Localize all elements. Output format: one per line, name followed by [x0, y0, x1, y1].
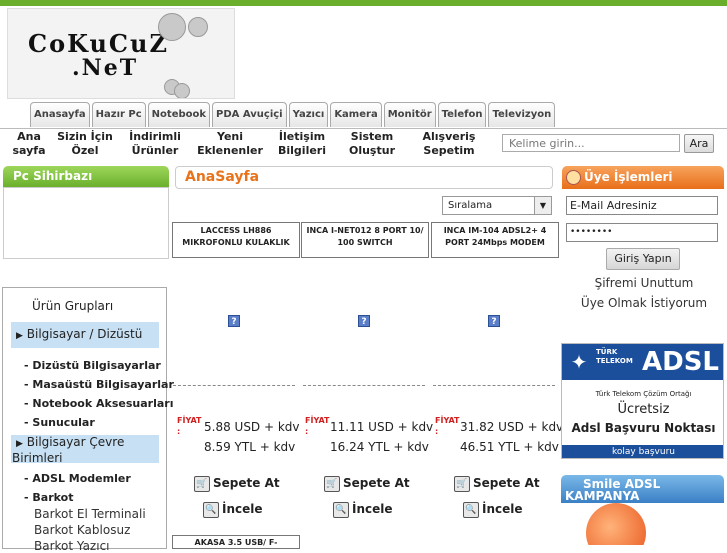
subcategory-link[interactable]: Barkot Kablosuz — [34, 523, 130, 537]
smile-campaign-image[interactable] — [561, 500, 661, 545]
tab-pda[interactable]: PDA Avuçiçi — [212, 102, 287, 127]
tab-monitor[interactable]: Monitör — [383, 102, 436, 127]
telekom-brand: TÜRK TELEKOM — [596, 348, 633, 365]
price-ytl: 8.59 YTL + kdv — [204, 440, 296, 454]
subcategory-link[interactable]: - ADSL Modemler — [24, 472, 131, 485]
tab-televizyon[interactable]: Televizyon — [488, 102, 556, 127]
subcategory-link[interactable]: - Notebook Aksesuarları — [24, 397, 173, 410]
triangle-right-icon: ▶ — [16, 439, 23, 449]
password-field[interactable]: •••••••• — [566, 223, 718, 242]
subcategory-link[interactable]: - Dizüstü Bilgisayarlar — [24, 359, 161, 372]
product-image-placeholder-icon[interactable]: ? — [228, 315, 240, 327]
smile-logo-icon — [586, 503, 646, 545]
add-to-cart-button[interactable]: 🛒 Sepete At — [454, 475, 540, 492]
add-to-cart-button[interactable]: 🛒 Sepete At — [194, 475, 280, 492]
subcategory-link[interactable]: - Sunucular — [24, 416, 95, 429]
login-button[interactable]: Giriş Yapın — [606, 248, 680, 270]
price-usd: 5.88 USD + kdv — [204, 420, 300, 434]
page-title: AnaSayfa — [175, 166, 553, 189]
magnifier-icon: 🔍 — [203, 501, 219, 518]
campaign-header[interactable]: Smile ADSL KAMPANYA — [561, 475, 724, 503]
adsl-text: ADSL — [642, 347, 719, 377]
coin-icon — [188, 17, 208, 37]
free-text: Ücretsiz — [617, 402, 670, 417]
product-divider — [303, 385, 425, 386]
chevron-down-icon: ▼ — [534, 197, 551, 214]
sort-select-value: Sıralama — [448, 200, 493, 211]
adsl-banner[interactable]: ✦ TÜRK TELEKOM ADSL Türk Telekom Çözüm O… — [561, 343, 724, 459]
cart-icon: 🛒 — [324, 475, 340, 492]
product-name[interactable]: AKASA 3.5 USB/ F- — [172, 535, 300, 549]
subcategory-link[interactable]: Barkot Yazıcı — [34, 539, 110, 553]
user-icon — [566, 170, 581, 185]
search-button[interactable]: Ara — [684, 134, 714, 153]
tab-kamera[interactable]: Kamera — [330, 102, 382, 127]
product-groups-title: Ürün Grupları — [32, 299, 114, 313]
tab-yazici[interactable]: Yazıcı — [288, 102, 329, 127]
coin-icon — [158, 13, 186, 41]
product-divider — [433, 385, 555, 386]
nav-yeni-eklenenler[interactable]: Yeni Eklenenler — [196, 130, 264, 158]
search-input[interactable]: Kelime girin... — [502, 134, 680, 152]
price-label: FİYAT : — [177, 416, 202, 436]
triangle-right-icon: ▶ — [16, 331, 23, 341]
nav-sistem-olustur[interactable]: Sistem Oluştur — [346, 130, 398, 158]
product-divider — [173, 385, 295, 386]
member-header: Üye İşlemleri — [562, 166, 724, 189]
add-to-cart-button[interactable]: 🛒 Sepete At — [324, 475, 410, 492]
price-ytl: 16.24 YTL + kdv — [330, 440, 429, 454]
category-bilgisayar-dizustu[interactable]: ▶ Bilgisayar / Dizüstü — [11, 322, 159, 348]
category-bilgisayar-cevre-birimleri[interactable]: ▶ Bilgisayar Çevre Birimleri — [11, 435, 159, 465]
nav-sizin-icin-ozel[interactable]: Sizin İçin Özel — [56, 130, 114, 158]
pc-wizard-header: Pc Sihirbazı — [3, 166, 169, 187]
sort-select[interactable]: Sıralama ▼ — [442, 196, 552, 215]
nav-divider — [0, 128, 727, 129]
category-tabs: Anasayfa Hazır Pc Notebook PDA Avuçiçi Y… — [30, 102, 557, 128]
logo-text-line1: CoKuCuZ — [28, 29, 169, 58]
easy-apply-text: kolay başvuru — [562, 445, 723, 458]
nav-alisveris-sepetim[interactable]: Alışveriş Sepetim — [420, 130, 478, 158]
tab-telefon[interactable]: Telefon — [437, 102, 487, 127]
email-field[interactable]: E-Mail Adresiniz — [566, 196, 718, 215]
cart-icon: 🛒 — [454, 475, 470, 492]
forgot-password-link[interactable]: Şifremi Unuttum — [564, 276, 724, 290]
price-usd: 31.82 USD + kdv — [460, 420, 564, 434]
tab-anasayfa[interactable]: Anasayfa — [30, 102, 90, 127]
price-label: FİYAT : — [305, 416, 330, 436]
tab-hazir-pc[interactable]: Hazır Pc — [91, 102, 146, 127]
inspect-button[interactable]: 🔍 İncele — [203, 501, 263, 518]
product-image-placeholder-icon[interactable]: ? — [358, 315, 370, 327]
inspect-button[interactable]: 🔍 İncele — [333, 501, 393, 518]
cart-icon: 🛒 — [194, 475, 210, 492]
register-link[interactable]: Üye Olmak İstiyorum — [564, 296, 724, 310]
price-usd: 11.11 USD + kdv — [330, 420, 434, 434]
product-name[interactable]: LACCESS LH886 MIKROFONLU KULAKLIK — [172, 222, 300, 258]
magnifier-icon: 🔍 — [333, 501, 349, 518]
coin-icon — [174, 83, 190, 98]
inspect-button[interactable]: 🔍 İncele — [463, 501, 523, 518]
tab-notebook[interactable]: Notebook — [147, 102, 211, 127]
site-logo[interactable]: CoKuCuZ .NeT — [7, 8, 235, 99]
product-image-placeholder-icon[interactable]: ? — [488, 315, 500, 327]
product-name[interactable]: INCA IM-104 ADSL2+ 4 PORT 24Mbps MODEM — [431, 222, 559, 258]
pc-wizard-panel — [3, 187, 169, 259]
price-ytl: 46.51 YTL + kdv — [460, 440, 559, 454]
nav-ana-sayfa[interactable]: Ana sayfa — [6, 130, 52, 158]
telekom-logo-icon: ✦ — [570, 350, 588, 374]
nav-iletisim-bilgileri[interactable]: İletişim Bilgileri — [276, 130, 328, 158]
nav-indirimli-urunler[interactable]: İndirimli Ürünler — [128, 130, 182, 158]
subcategory-link[interactable]: - Barkot — [24, 491, 73, 504]
product-name[interactable]: INCA I-NET012 8 PORT 10/ 100 SWITCH — [301, 222, 429, 258]
partner-text: Türk Telekom Çözüm Ortağı — [595, 390, 692, 398]
subcategory-link[interactable]: Barkot El Terminali — [34, 507, 146, 521]
subcategory-link[interactable]: - Masaüstü Bilgisayarlar — [24, 378, 174, 391]
top-green-bar — [0, 0, 727, 6]
logo-text-line2: .NeT — [72, 55, 139, 81]
application-point-text: Adsl Başvuru Noktası — [571, 421, 716, 435]
price-label: FİYAT : — [435, 416, 460, 436]
magnifier-icon: 🔍 — [463, 501, 479, 518]
